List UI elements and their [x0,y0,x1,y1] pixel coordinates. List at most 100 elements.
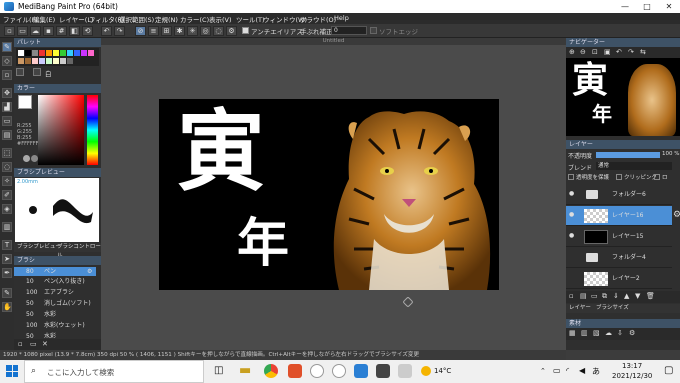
layer-row[interactable]: ● レイヤー16 [566,206,672,226]
add-layer-icon[interactable]: ▫ [569,292,574,300]
antialias-checkbox[interactable] [242,27,249,34]
materials-cloud-icon[interactable]: ☁ [605,329,612,337]
brush-copy-icon[interactable]: ▭ [30,340,37,348]
tray-chevron-icon[interactable]: ⌃ [540,367,546,375]
notification-icon[interactable]: ▢ [664,365,673,376]
eraser-tool-icon[interactable]: ◇ [2,56,12,66]
materials-download-icon[interactable]: ⇩ [617,329,623,337]
select-tool-icon[interactable]: ⬚ [2,148,12,158]
materials-settings-icon[interactable]: ⚙ [629,329,635,337]
network-icon[interactable]: ▭ [553,366,561,375]
ime-indicator[interactable]: あ [592,366,600,377]
text-tool-icon[interactable]: T [2,240,12,250]
shape-tool-icon[interactable]: ▭ [2,116,12,126]
cloud-save-icon[interactable]: ☁ [30,26,41,36]
pen-tool-icon[interactable]: ✎ [2,288,12,298]
menu-tool[interactable]: ツール(T) [236,14,265,24]
select-eraser-icon[interactable]: ◈ [2,204,12,214]
menu-cloud[interactable]: クラウド(O) [300,14,336,24]
grid-icon[interactable]: # [56,26,67,36]
lock-checkbox[interactable] [654,174,660,180]
fit-icon[interactable]: ⊡ [592,48,598,56]
clipping-checkbox[interactable] [616,174,622,180]
close-button[interactable]: ✕ [658,0,680,13]
flip-icon[interactable]: ⇆ [640,48,646,56]
tab-layer[interactable]: レイヤー [569,304,591,313]
correction-select[interactable]: 0 [331,26,367,35]
app-icon-3[interactable] [376,364,390,378]
file-explorer-icon[interactable]: ▬ [239,363,251,378]
windows-start-icon[interactable] [6,365,18,377]
zoom-in-icon[interactable]: ⊕ [569,48,575,56]
actual-size-icon[interactable]: ▣ [604,48,611,56]
open-file-icon[interactable]: ▭ [17,26,28,36]
menu-edit[interactable]: 編集(E) [33,14,55,24]
canvas-tab[interactable]: Untitled [101,38,566,45]
menu-select[interactable]: 選択範囲(S) [119,14,154,24]
new-file-icon[interactable]: ▫ [4,26,15,36]
minimize-button[interactable]: — [614,0,636,13]
navigator-preview[interactable]: 寅 年 [566,58,680,136]
delete-layer-icon[interactable]: 🗑 [646,292,655,300]
brush-row[interactable]: 100 エアブラシ [14,288,96,297]
clock-time[interactable]: 13:17 [622,362,642,370]
magic-wand-icon[interactable]: ✧ [2,176,12,186]
tab-brush-size[interactable]: ブラシサイズ [596,304,629,313]
add-folder-icon[interactable]: ▭ [591,292,598,300]
materials-tile-icon[interactable]: ▦ [569,329,576,337]
foreground-color-swatch[interactable] [18,95,32,109]
color-picker-square[interactable] [38,95,84,165]
dot-tool-icon[interactable]: ▫ [2,70,12,80]
color-wheel-icon[interactable] [31,155,38,162]
snap-radial-icon[interactable]: ✳ [187,26,198,36]
app-icon-4[interactable] [398,364,412,378]
media-icon[interactable] [288,364,302,378]
visibility-icon[interactable]: ● [569,205,574,225]
app-icon-1[interactable] [310,364,324,378]
snap-off-icon[interactable]: ⊘ [135,26,146,36]
palette-add-icon[interactable] [16,68,24,76]
divide-tool-icon[interactable]: ▥ [2,222,12,232]
menu-view[interactable]: 表示(V) [209,14,232,24]
add-halftone-layer-icon[interactable]: ▤ [580,292,587,300]
hue-slider[interactable] [87,95,98,165]
lasso-tool-icon[interactable]: ◌ [2,162,12,172]
materials-tone-icon[interactable]: ▥ [581,329,588,337]
layer-row[interactable]: ● レイヤー15 [566,227,672,247]
hand-tool-icon[interactable]: ✋ [2,302,12,312]
snap-vanish-icon[interactable]: ✱ [174,26,185,36]
weather-icon[interactable] [421,366,431,376]
layer-settings-icon[interactable]: ⚙ [673,210,680,220]
app-icon-2[interactable] [332,364,346,378]
task-view-icon[interactable]: ◫ [214,365,223,376]
rotate-right-icon[interactable]: ↷ [628,48,634,56]
move-tool-icon[interactable]: ✥ [2,88,12,98]
brush-row[interactable]: 100 水彩(ウェット) [14,321,96,330]
search-box[interactable]: ⌕ ここに入力して検索 [24,360,204,383]
artwork-canvas[interactable]: 寅 年 [159,99,499,290]
gradient-tool-icon[interactable]: ▤ [2,130,12,140]
menu-ruler[interactable]: 定規(N) [155,14,178,24]
blend-select[interactable]: 通常 [596,162,672,170]
brush-add-icon[interactable]: ▫ [18,340,23,348]
visibility-icon[interactable]: ● [569,226,574,246]
menu-color[interactable]: カラー(C) [180,14,209,24]
menu-help[interactable]: Help [334,14,349,22]
color-mode-icon[interactable] [23,155,30,162]
mirror-icon[interactable]: ◧ [69,26,80,36]
brush-tool-icon[interactable]: ✎ [2,42,12,52]
protect-checkbox[interactable] [568,174,574,180]
layer-row[interactable]: ● フォルダー6 [566,185,672,205]
move-up-icon[interactable]: ▲ [624,292,629,300]
snap-parallel-icon[interactable]: ≡ [148,26,159,36]
chrome-icon[interactable] [264,364,278,378]
undo-icon[interactable]: ↶ [101,26,112,36]
snap-settings-icon[interactable]: ⚙ [226,26,237,36]
save-icon[interactable]: ▪ [43,26,54,36]
brush-row[interactable]: 50 水彩 [14,332,96,338]
merge-down-icon[interactable]: ⇓ [613,292,619,300]
duplicate-layer-icon[interactable]: ⧉ [602,292,607,301]
snap-circle-icon[interactable]: ◎ [200,26,211,36]
rotate-icon[interactable]: ⟲ [82,26,93,36]
opacity-slider[interactable] [596,152,660,158]
